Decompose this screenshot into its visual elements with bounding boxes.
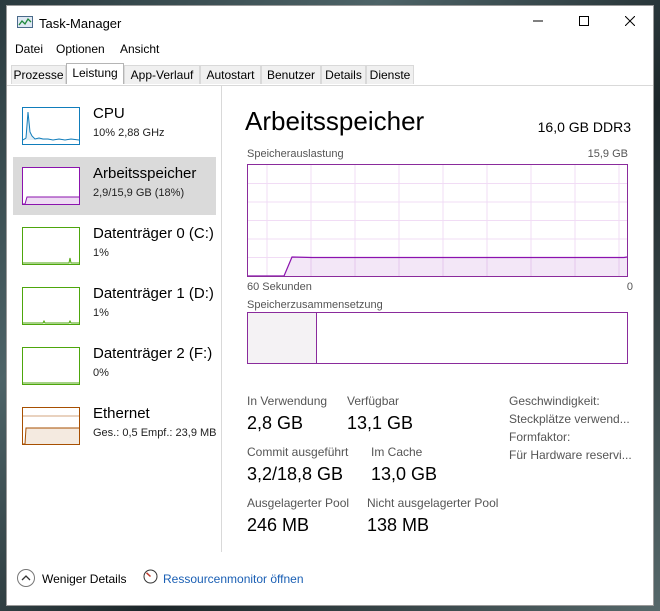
stat-in-use-label: In Verwendung (247, 394, 328, 408)
memory-usage-area (248, 257, 627, 276)
sidebar-item-ethernet[interactable]: Ethernet Ges.: 0,5 Empf.: 23,9 MB (13, 397, 217, 455)
sidebar-item-subtitle: 1% (93, 307, 109, 319)
less-details-link[interactable]: Weniger Details (42, 572, 126, 586)
resource-monitor-icon (143, 569, 158, 584)
tab-autostart[interactable]: Autostart (200, 65, 261, 84)
stat-paged-pool-label: Ausgelagerter Pool (247, 496, 350, 510)
performance-sidebar: CPU 10% 2,88 GHz Arbeitsspeicher 2,9/15,… (7, 86, 222, 552)
minimize-button[interactable] (515, 6, 561, 38)
window-title: Task-Manager (39, 16, 122, 31)
task-manager-window: Task-Manager Datei Optionen Ansicht Proz… (6, 5, 654, 606)
memory-thumbnail-graph (22, 167, 80, 205)
disk2-thumbnail-graph (22, 347, 80, 385)
composition-label: Speicherzusammensetzung (247, 299, 383, 311)
disk1-thumbnail-graph (22, 287, 80, 325)
tab-leistung[interactable]: Leistung (66, 63, 124, 84)
footer-bar: Weniger Details Ressourcenmonitor öffnen (7, 562, 653, 602)
stat-in-use-value: 2,8 GB (247, 413, 304, 433)
sidebar-item-datentraeger-2[interactable]: Datenträger 2 (F:) 0% (13, 337, 216, 395)
sidebar-item-datentraeger-0[interactable]: Datenträger 0 (C:) 1% (13, 217, 216, 275)
sidebar-item-subtitle: 1% (93, 247, 109, 259)
title-bar[interactable]: Task-Manager (7, 6, 653, 38)
close-icon (624, 15, 636, 27)
ethernet-thumbnail-graph (22, 407, 80, 445)
chevron-up-icon (21, 575, 31, 581)
close-button[interactable] (607, 6, 653, 38)
menu-ansicht[interactable]: Ansicht (120, 42, 159, 56)
sidebar-item-subtitle: Ges.: 0,5 Empf.: 23,9 MB (93, 427, 217, 439)
tab-prozesse[interactable]: Prozesse (11, 65, 66, 84)
sidebar-item-title: Ethernet (93, 405, 150, 422)
memory-spec: 16,0 GB DDR3 (537, 119, 631, 135)
tab-benutzer[interactable]: Benutzer (261, 65, 321, 84)
tab-details[interactable]: Details (321, 65, 366, 84)
menu-optionen[interactable]: Optionen (56, 42, 105, 56)
stat-commit-value: 3,2/18,8 GB (247, 464, 344, 484)
ethernet-mini-chart (23, 415, 79, 445)
disk0-mini-chart (23, 257, 79, 264)
graph-max-label: 15,9 GB (587, 148, 628, 160)
composition-in-use-segment (248, 313, 317, 363)
minimize-icon (533, 20, 543, 22)
sidebar-item-cpu[interactable]: CPU 10% 2,88 GHz (13, 97, 216, 155)
memory-usage-graph (247, 164, 628, 277)
page-title: Arbeitsspeicher (245, 106, 425, 136)
memory-detail-panel: Arbeitsspeicher 16,0 GB DDR3 Speicheraus… (225, 86, 653, 552)
info-form-factor-label: Formfaktor: (509, 430, 571, 444)
stat-cache-label: Im Cache (371, 445, 423, 459)
graph-label: Speicherauslastung (247, 148, 344, 160)
stat-commit-label: Commit ausgeführt (247, 445, 349, 459)
sidebar-item-title: Arbeitsspeicher (93, 165, 197, 182)
info-hw-reserved-label: Für Hardware reservi... (509, 448, 632, 462)
maximize-icon (579, 16, 589, 26)
stat-nonpaged-pool-label: Nicht ausgelagerter Pool (367, 496, 499, 510)
sidebar-item-arbeitsspeicher[interactable]: Arbeitsspeicher 2,9/15,9 GB (18%) (13, 157, 216, 215)
tab-dienste[interactable]: Dienste (366, 65, 414, 84)
memory-usage-chart (248, 165, 628, 277)
disk1-mini-chart (23, 319, 79, 324)
sidebar-item-subtitle: 2,9/15,9 GB (18%) (93, 187, 185, 199)
maximize-button[interactable] (561, 6, 607, 38)
graph-x-left-label: 60 Sekunden (247, 281, 312, 293)
memory-mini-chart (23, 196, 79, 205)
resource-monitor-link[interactable]: Ressourcenmonitor öffnen (163, 572, 304, 586)
menu-datei[interactable]: Datei (15, 42, 43, 56)
cpu-thumbnail-graph (22, 107, 80, 145)
sidebar-item-title: Datenträger 0 (C:) (93, 225, 214, 242)
stat-available-label: Verfügbar (347, 394, 400, 408)
memory-composition-bar (247, 312, 628, 364)
disk0-thumbnail-graph (22, 227, 80, 265)
stat-cache-value: 13,0 GB (371, 464, 438, 484)
cpu-mini-chart (22, 111, 80, 141)
sidebar-item-datentraeger-1[interactable]: Datenträger 1 (D:) 1% (13, 277, 216, 335)
collapse-details-button[interactable] (17, 569, 35, 587)
tab-bar: Prozesse Leistung App-Verlauf Autostart … (7, 63, 653, 86)
sidebar-item-subtitle: 0% (93, 367, 109, 379)
tab-app-verlauf[interactable]: App-Verlauf (124, 65, 200, 84)
sidebar-item-title: Datenträger 1 (D:) (93, 285, 214, 302)
task-manager-icon (17, 16, 33, 28)
sidebar-item-title: CPU (93, 105, 125, 122)
graph-x-right-label: 0 (626, 281, 633, 293)
sidebar-item-subtitle: 10% 2,88 GHz (93, 127, 165, 139)
disk2-mini-chart (23, 382, 79, 384)
stat-paged-pool-value: 246 MB (247, 515, 310, 535)
info-speed-label: Geschwindigkeit: (509, 394, 600, 408)
sidebar-item-title: Datenträger 2 (F:) (93, 345, 213, 362)
info-slots-label: Steckplätze verwend... (509, 412, 630, 426)
stat-available-value: 13,1 GB (347, 413, 414, 433)
stat-nonpaged-pool-value: 138 MB (367, 515, 430, 535)
